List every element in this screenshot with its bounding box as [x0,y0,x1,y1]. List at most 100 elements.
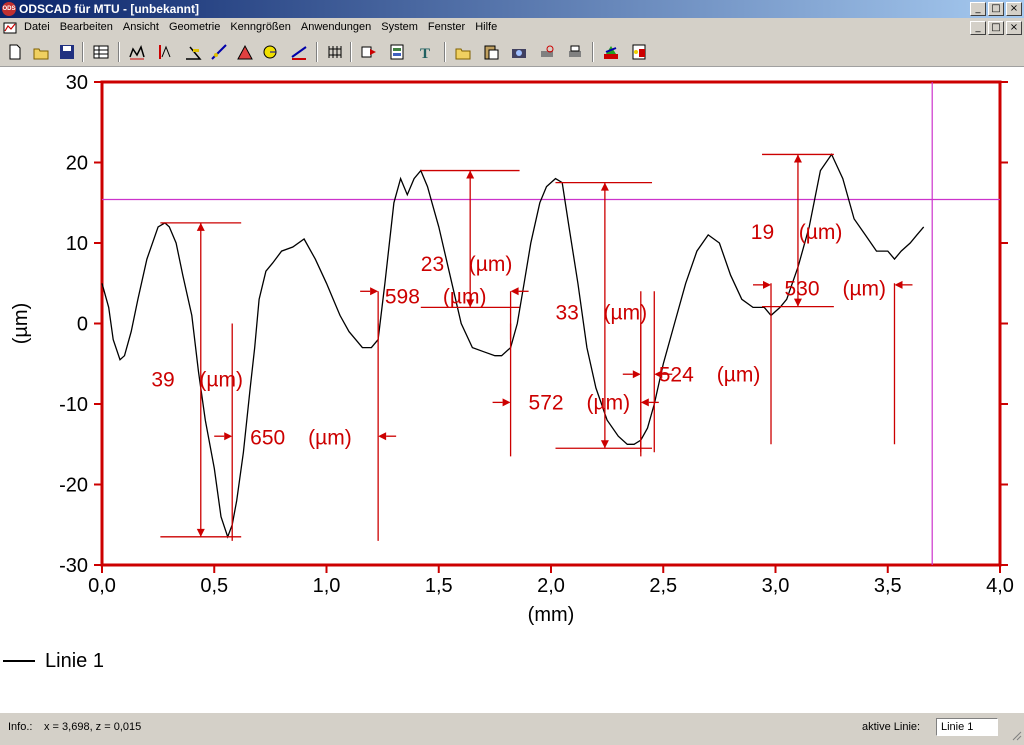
report-icon[interactable] [386,41,408,63]
measure-angle-icon[interactable] [182,41,204,63]
dimension-arrow-left [640,398,649,407]
active-line-field[interactable]: Linie 1 [936,718,998,736]
measure-slope-icon[interactable] [208,41,230,63]
y-tick-label: -10 [59,394,88,416]
y-tick-label: 10 [66,233,88,255]
annotation-unit: (µm) [799,221,843,244]
annotation-value: 572 [529,392,564,415]
menu-item-bearbeiten[interactable]: Bearbeiten [60,21,113,33]
annotation-value: 19 [751,221,774,244]
dimension-arrow-left [894,280,903,289]
dimension-arrow-right [763,280,772,289]
save-icon[interactable] [56,41,78,63]
menu-item-datei[interactable]: Datei [24,21,50,33]
x-tick-label: 1,0 [313,575,341,597]
minimize-button[interactable]: _ [970,2,986,16]
annotation-unit: (µm) [199,368,243,391]
doc-restore-button[interactable]: □ [988,21,1004,35]
toolbar-separator [350,42,352,62]
doc-minimize-button[interactable]: _ [970,21,986,35]
plot-frame [100,80,1002,567]
color-icon[interactable] [600,41,622,63]
doc-close-button[interactable]: × [1006,21,1022,35]
active-line-label: aktive Linie: [862,721,921,733]
settings-icon[interactable] [628,41,650,63]
dimension-arrow-up [196,222,205,231]
annotation-value: 650 [250,426,285,449]
dimension-arrow-right [224,432,233,441]
title-bar: ODS ODSCAD für MTU - [unbekannt] _ □ × [0,0,1024,18]
menu-item-kenngr-en[interactable]: Kenngrößen [230,21,291,33]
print-icon[interactable] [564,41,586,63]
toolbar-separator [82,42,84,62]
legend-label: Linie 1 [45,649,104,672]
menu-item-ansicht[interactable]: Ansicht [123,21,159,33]
menu-item-hilfe[interactable]: Hilfe [475,21,497,33]
x-tick-label: 0,5 [200,575,228,597]
measure-height-icon[interactable] [154,41,176,63]
paste-icon[interactable] [480,41,502,63]
resize-grip-icon[interactable] [1010,729,1022,741]
y-tick-label: -30 [59,555,88,577]
open-file-icon[interactable] [30,41,52,63]
line-fit-icon[interactable] [288,41,310,63]
grid-icon[interactable] [324,41,346,63]
annotation-unit: (µm) [587,392,631,415]
legend: Linie 1 [0,648,104,674]
menu-item-fenster[interactable]: Fenster [428,21,465,33]
x-tick-label: 4,0 [986,575,1014,597]
menu-items: Datei Bearbeiten Ansicht Geometrie Kenngröße… [24,21,507,33]
legend-line-swatch [3,660,35,662]
camera-icon[interactable] [508,41,530,63]
measure-triangle-icon[interactable] [234,41,256,63]
menu-item-anwendungen[interactable]: Anwendungen [301,21,371,33]
document-icon[interactable] [3,21,17,35]
annotation-value: 23 [421,253,444,276]
document-controls: _ □ × [970,21,1022,35]
dimension-arrow-up [793,154,802,163]
annotation-unit: (µm) [443,285,487,308]
annotation-value: 524 [659,363,694,386]
toolbar-separator [118,42,120,62]
text-icon[interactable]: T [414,41,436,63]
new-file-icon[interactable] [4,41,26,63]
dimension-arrow-up [466,170,475,179]
table-icon[interactable] [90,41,112,63]
annotation-unit: (µm) [469,253,513,276]
export-icon[interactable] [358,41,380,63]
menu-item-system[interactable]: System [381,21,418,33]
series-line[interactable] [101,153,925,539]
y-tick-label: -20 [59,475,88,497]
dimension-arrow-right [370,287,379,296]
y-tick-label: 30 [66,72,88,94]
annotation-value: 530 [784,277,819,300]
x-tick-label: 0,0 [88,575,116,597]
menu-item-geometrie[interactable]: Geometrie [169,21,220,33]
folder-open-icon[interactable] [452,41,474,63]
y-tick-label: 20 [66,153,88,175]
annotation-unit: (µm) [308,426,352,449]
annotation-unit: (µm) [717,363,761,386]
profile-chart: 30 20 10 0 -10 -20 -300,0 0,5 1,0 1,5 2,0 2,5 3,0 3,5… [10,72,1014,626]
annotation-value: 598 [385,285,420,308]
toolbar-separator [444,42,446,62]
dimension-arrow-down [600,440,609,449]
y-tick-label: 0 [77,314,88,336]
x-tick-label: 3,0 [762,575,790,597]
dimension-arrow-left [510,287,519,296]
dimension-arrow-right [502,398,511,407]
annotation-unit: (µm) [842,277,886,300]
dimension-arrow-down [196,528,205,537]
print-preview-icon[interactable] [536,41,558,63]
window-title: ODSCAD für MTU - [unbekannt] [19,2,199,16]
maximize-button[interactable]: □ [988,2,1004,16]
measure-profile-icon[interactable] [126,41,148,63]
x-axis-label: (mm) [528,604,575,626]
x-tick-label: 2,0 [537,575,565,597]
toolbar: T [0,38,1024,67]
status-bar: Info.: x = 3,698, z = 0,015 aktive Linie… [0,712,1024,745]
close-button[interactable]: × [1006,2,1022,16]
x-tick-label: 3,5 [874,575,902,597]
radius-icon[interactable] [260,41,282,63]
dimension-arrow-right [632,370,641,379]
